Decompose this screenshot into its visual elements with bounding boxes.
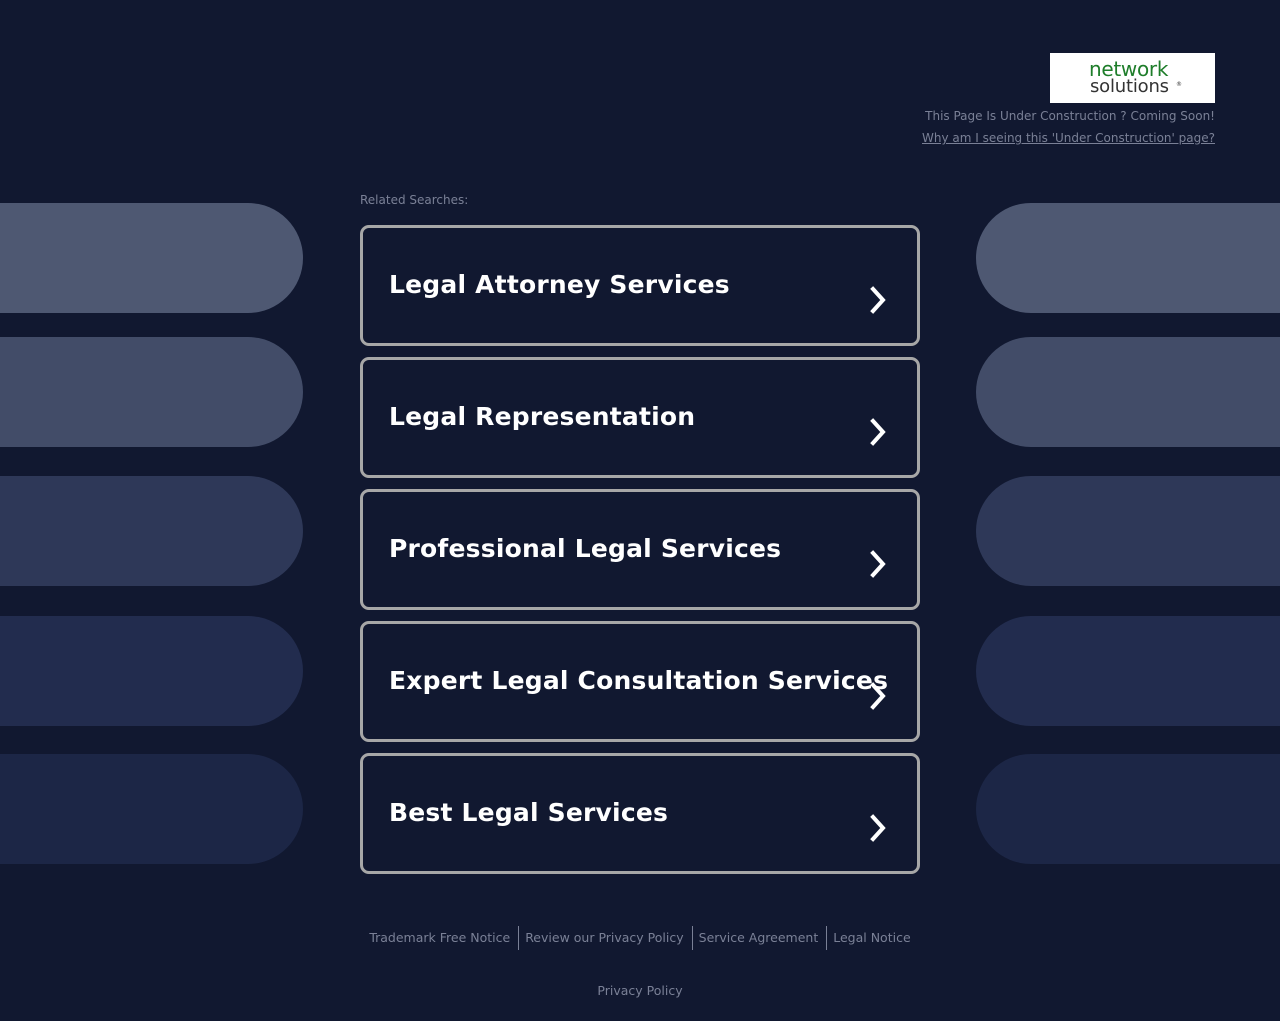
- related-search-label: Legal Representation: [389, 402, 696, 431]
- network-solutions-logo[interactable]: network solutions ®: [1050, 53, 1215, 103]
- under-construction-notice: This Page Is Under Construction ? Coming…: [925, 109, 1215, 123]
- decorative-pill-right-4: [976, 616, 1280, 726]
- chevron-right-icon: [870, 550, 886, 578]
- decorative-pill-right-1: [976, 203, 1280, 313]
- decorative-pill-right-2: [976, 337, 1280, 447]
- decorative-pill-left-1: [0, 203, 303, 313]
- related-search-label: Expert Legal Consultation Services: [389, 666, 889, 695]
- logo-registered-mark: ®: [1176, 81, 1182, 88]
- footer-link-service-agreement[interactable]: Service Agreement: [697, 927, 821, 949]
- related-search-card[interactable]: Legal Attorney Services: [360, 225, 920, 346]
- related-search-label: Best Legal Services: [389, 798, 669, 827]
- footer-link-trademark-notice[interactable]: Trademark Free Notice: [367, 927, 512, 949]
- decorative-pill-left-3: [0, 476, 303, 586]
- related-search-card[interactable]: Best Legal Services: [360, 753, 920, 874]
- related-searches-heading: Related Searches:: [360, 193, 469, 207]
- footer-link-legal-notice[interactable]: Legal Notice: [831, 927, 912, 949]
- related-search-label: Legal Attorney Services: [389, 270, 730, 299]
- chevron-right-icon: [870, 286, 886, 314]
- logo-text-solutions: solutions: [1090, 76, 1169, 97]
- chevron-right-icon: [870, 418, 886, 446]
- related-search-card[interactable]: Expert Legal Consultation Services: [360, 621, 920, 742]
- footer-separator: [826, 926, 828, 950]
- decorative-pill-left-4: [0, 616, 303, 726]
- decorative-pill-left-2: [0, 337, 303, 447]
- footer-separator: [518, 926, 520, 950]
- footer-link-privacy-review[interactable]: Review our Privacy Policy: [523, 927, 685, 949]
- footer-link-privacy-policy[interactable]: Privacy Policy: [0, 983, 1280, 998]
- related-search-label: Professional Legal Services: [389, 534, 782, 563]
- footer-links: Trademark Free Notice Review our Privacy …: [0, 926, 1280, 950]
- parked-domain-page: network solutions ® This Page Is Under C…: [0, 0, 1280, 1021]
- footer-separator: [691, 926, 693, 950]
- decorative-pill-left-5: [0, 754, 303, 864]
- decorative-pill-right-3: [976, 476, 1280, 586]
- why-under-construction-link[interactable]: Why am I seeing this 'Under Construction…: [922, 131, 1215, 145]
- related-search-card[interactable]: Professional Legal Services: [360, 489, 920, 610]
- chevron-right-icon: [870, 814, 886, 842]
- related-search-card[interactable]: Legal Representation: [360, 357, 920, 478]
- chevron-right-icon: [870, 682, 886, 710]
- decorative-pill-right-5: [976, 754, 1280, 864]
